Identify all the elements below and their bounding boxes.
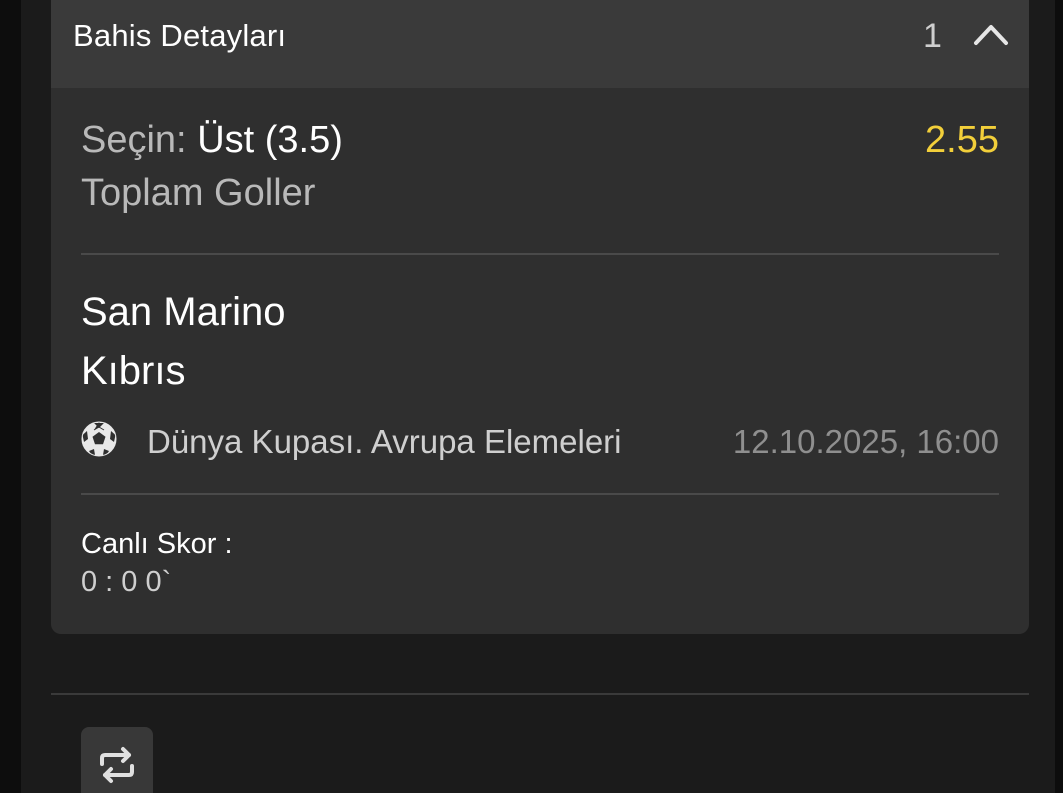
divider — [81, 493, 999, 495]
soccer-ball-icon — [81, 421, 117, 457]
bet-details-screen: Bahis Detayları 1 Seçin: Üst (3.5) 2.55 … — [0, 0, 1063, 793]
selection-row: Seçin: Üst (3.5) — [81, 119, 343, 162]
section-divider — [51, 693, 1029, 695]
selection-label: Seçin: — [81, 119, 187, 161]
bet-details-header[interactable]: Bahis Detayları 1 — [51, 0, 1029, 88]
away-team: Kıbrıs — [81, 349, 186, 393]
bet-details-card: Bahis Detayları 1 Seçin: Üst (3.5) 2.55 … — [51, 0, 1029, 634]
bet-count: 1 — [923, 17, 942, 55]
divider — [81, 253, 999, 255]
live-score-value: 0 : 0 0` — [81, 566, 172, 598]
selection-value: Üst (3.5) — [197, 119, 343, 161]
repeat-icon — [100, 747, 134, 783]
right-edge — [1055, 0, 1063, 793]
left-edge — [0, 0, 21, 793]
home-team: San Marino — [81, 290, 286, 334]
chevron-up-icon[interactable] — [972, 20, 1010, 48]
repeat-bet-button[interactable] — [81, 727, 153, 793]
league-name: Dünya Kupası. Avrupa Elemeleri — [147, 423, 622, 460]
bet-details-title: Bahis Detayları — [73, 18, 287, 53]
odds-value: 2.55 — [925, 119, 999, 161]
live-score-label: Canlı Skor : — [81, 528, 233, 560]
market-name: Toplam Goller — [81, 172, 316, 214]
match-datetime: 12.10.2025, 16:00 — [732, 423, 999, 460]
